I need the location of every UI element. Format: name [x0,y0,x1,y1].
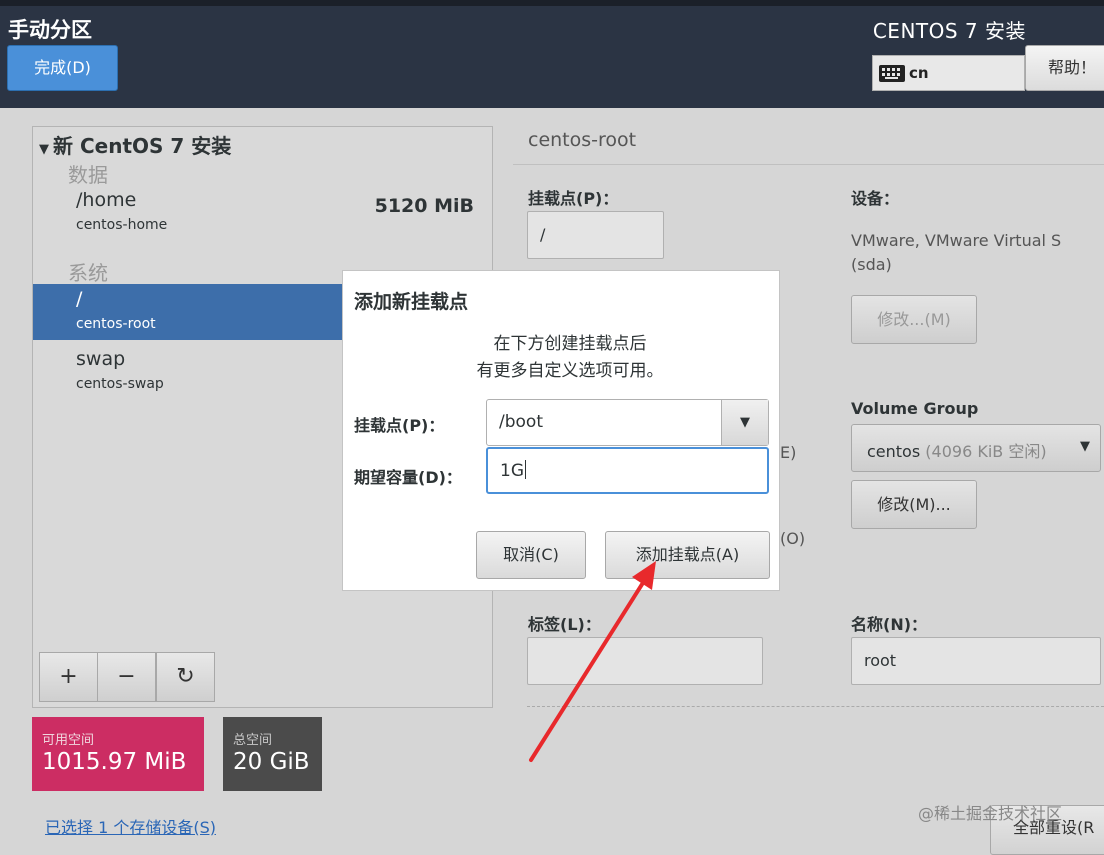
annotation-arrow-icon [529,561,656,762]
